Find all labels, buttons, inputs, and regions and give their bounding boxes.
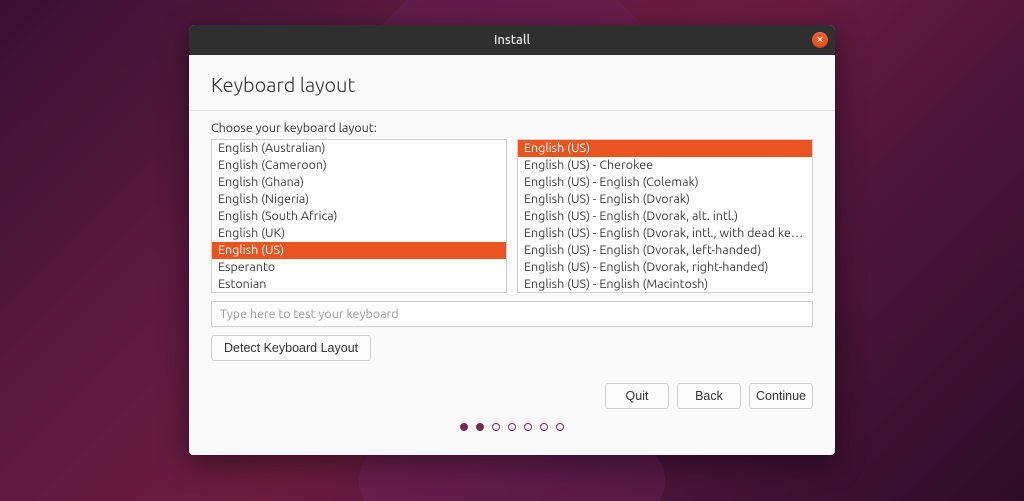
layout-item[interactable]: Esperanto (212, 259, 506, 276)
progress-dot (460, 423, 468, 431)
variant-item[interactable]: English (US) - English (Dvorak, intl., w… (518, 225, 812, 242)
layout-item[interactable]: English (US) (212, 242, 506, 259)
variant-item[interactable]: English (US) - English (Dvorak, left-han… (518, 242, 812, 259)
variant-item[interactable]: English (US) - English (Colemak) (518, 174, 812, 191)
progress-dot (540, 423, 548, 431)
variant-item[interactable]: English (US) - English (Dvorak, alt. int… (518, 208, 812, 225)
variant-item[interactable]: English (US) (518, 140, 812, 157)
progress-dot (556, 423, 564, 431)
keyboard-test-input[interactable] (211, 301, 813, 327)
page-title: Keyboard layout (211, 73, 813, 96)
layout-item[interactable]: English (UK) (212, 225, 506, 242)
progress-dot (492, 423, 500, 431)
variant-item[interactable]: English (US) - English (Dvorak) (518, 191, 812, 208)
variant-item[interactable]: English (US) - English (Macintosh) (518, 276, 812, 293)
layout-columns: English (Australian)English (Cameroon)En… (211, 139, 813, 293)
divider (189, 110, 835, 111)
quit-button[interactable]: Quit (605, 383, 669, 409)
layout-item[interactable]: English (South Africa) (212, 208, 506, 225)
content-area: Keyboard layout Choose your keyboard lay… (189, 55, 835, 455)
layout-list[interactable]: English (Australian)English (Cameroon)En… (211, 139, 507, 293)
footer-buttons: Quit Back Continue (211, 383, 813, 409)
variant-item[interactable]: English (US) - Cherokee (518, 157, 812, 174)
installer-window: Install ✕ Keyboard layout Choose your ke… (189, 25, 835, 455)
progress-dots (211, 409, 813, 443)
detect-keyboard-button[interactable]: Detect Keyboard Layout (211, 335, 371, 361)
layout-item[interactable]: English (Ghana) (212, 174, 506, 191)
variant-list[interactable]: English (US)English (US) - CherokeeEngli… (517, 139, 813, 293)
layout-item[interactable]: English (Nigeria) (212, 191, 506, 208)
progress-dot (524, 423, 532, 431)
continue-button[interactable]: Continue (749, 383, 813, 409)
back-button[interactable]: Back (677, 383, 741, 409)
progress-dot (508, 423, 516, 431)
titlebar: Install ✕ (189, 25, 835, 55)
close-button[interactable]: ✕ (812, 32, 828, 48)
layout-item[interactable]: English (Cameroon) (212, 157, 506, 174)
layout-item[interactable]: English (Australian) (212, 140, 506, 157)
subtitle: Choose your keyboard layout: (211, 121, 813, 135)
window-title: Install (494, 33, 530, 47)
close-icon: ✕ (816, 35, 824, 45)
variant-item[interactable]: English (US) - English (Dvorak, right-ha… (518, 259, 812, 276)
progress-dot (476, 423, 484, 431)
layout-item[interactable]: Estonian (212, 276, 506, 293)
